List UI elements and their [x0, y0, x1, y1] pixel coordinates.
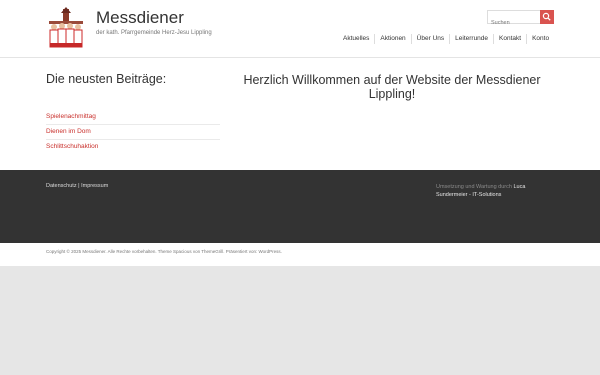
site-title[interactable]: Messdiener: [96, 8, 184, 28]
nav-item-konto[interactable]: Konto: [526, 34, 554, 44]
post-link-schlittschuhaktion[interactable]: Schlittschuhaktion: [46, 140, 220, 154]
copyright-bar: Copyright © 2025 Messdiener. Alle Rechte…: [0, 243, 600, 266]
search-icon: [542, 12, 551, 21]
footer-widgets: Datenschutz | Impressum Umsetzung und Wa…: [0, 170, 600, 243]
site-header: Messdiener der kath. Pfarrgemeinde Herz-…: [0, 0, 600, 58]
nav-item-aktuelles[interactable]: Aktuelles: [340, 34, 374, 44]
main-navigation: Aktuelles Aktionen Über Uns Leiterrunde …: [340, 34, 554, 44]
footer-separator: |: [78, 183, 80, 189]
nav-item-aktionen[interactable]: Aktionen: [374, 34, 410, 44]
nav-item-ueber-uns[interactable]: Über Uns: [410, 34, 449, 44]
nav-item-kontakt[interactable]: Kontakt: [493, 34, 526, 44]
search-input[interactable]: [488, 17, 540, 29]
impressum-link[interactable]: Impressum: [81, 183, 108, 189]
church-logo-icon[interactable]: [46, 7, 86, 49]
recent-posts-title: Die neusten Beiträge:: [46, 72, 167, 86]
footer-links: Datenschutz | Impressum: [46, 183, 108, 189]
search-button[interactable]: [540, 10, 554, 24]
nav-item-leiterrunde[interactable]: Leiterrunde: [449, 34, 493, 44]
welcome-heading: Herzlich Willkommen auf der Website der …: [243, 73, 541, 101]
copyright-text: Copyright © 2025 Messdiener. Alle Rechte…: [46, 249, 282, 254]
post-link-spielenachmittag[interactable]: Spielenachmittag: [46, 110, 220, 125]
post-link-dienen-im-dom[interactable]: Dienen im Dom: [46, 125, 220, 140]
recent-posts-list: Spielenachmittag Dienen im Dom Schlittsc…: [46, 110, 220, 154]
main-content: Die neusten Beiträge: Spielenachmittag D…: [0, 58, 600, 170]
footer-credit: Umsetzung und Wartung durch Luca Sunderm…: [436, 183, 556, 199]
search-field[interactable]: [487, 10, 541, 29]
datenschutz-link[interactable]: Datenschutz: [46, 183, 77, 189]
site-tagline: der kath. Pfarrgemeinde Herz-Jesu Lippli…: [96, 30, 212, 36]
credit-text: Umsetzung und Wartung durch: [436, 184, 512, 190]
